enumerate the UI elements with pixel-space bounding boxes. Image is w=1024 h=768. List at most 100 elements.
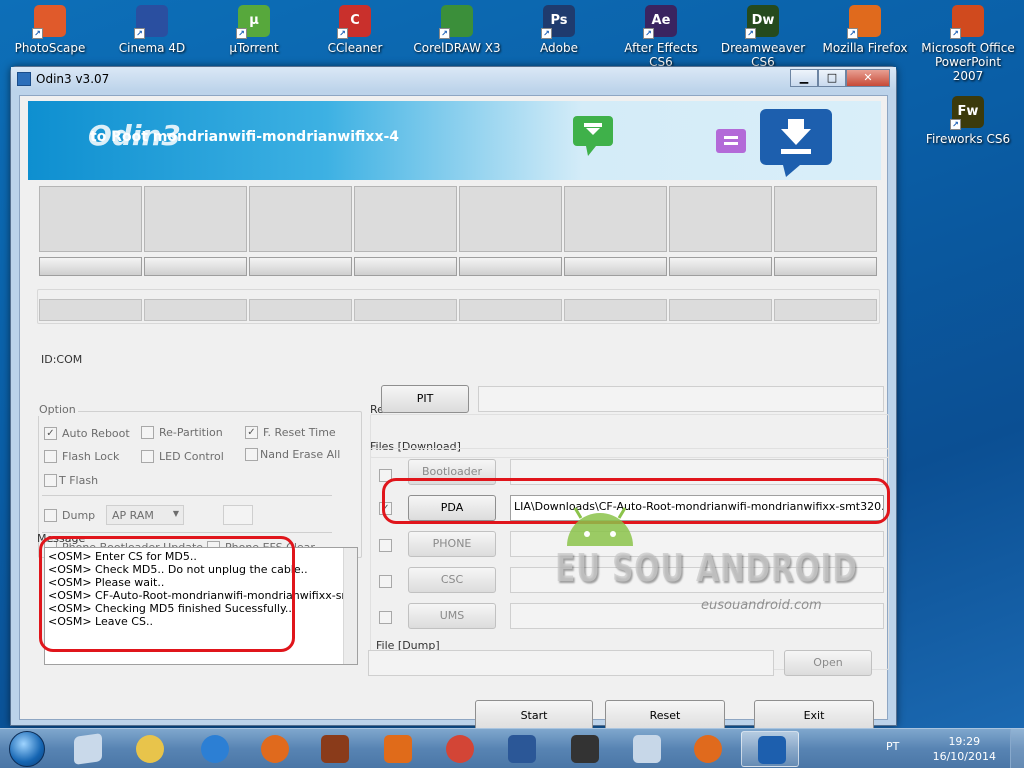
dreamweaver-icon: Dw ↗ xyxy=(745,5,779,39)
taskbar-item[interactable] xyxy=(741,731,799,767)
ums-checkbox[interactable] xyxy=(379,611,392,624)
highlight-ring-pda xyxy=(382,478,890,524)
port-slot xyxy=(774,186,877,252)
download-bubbles-icon xyxy=(573,109,832,177)
clock-date: 16/10/2014 xyxy=(932,750,996,763)
desktop-shortcut[interactable]: µ ↗ µTorrent xyxy=(204,5,304,55)
pit-button[interactable]: PIT xyxy=(381,385,469,413)
dump-checkbox[interactable] xyxy=(44,509,57,522)
windows-logo-icon xyxy=(9,731,45,767)
taskbar-item[interactable] xyxy=(492,731,550,767)
odin-client-area: Odin3 to Root mondrianwifi-mondrianwifix… xyxy=(19,95,890,732)
desktop-shortcut[interactable]: Ae ↗ After Effects CS6 xyxy=(611,5,711,69)
title-bar[interactable]: Odin3 v3.07 xyxy=(11,67,896,91)
close-button[interactable]: ✕ xyxy=(846,69,890,87)
flash-lock-checkbox[interactable] xyxy=(44,450,57,463)
desktop-shortcut-label: Mozilla Firefox xyxy=(822,41,908,55)
video-icon xyxy=(571,735,599,763)
phone-button[interactable]: PHONE xyxy=(408,531,496,557)
desktop-shortcut[interactable]: Ps↗ Adobe Photoshop CS6 xyxy=(509,5,609,55)
csc-button[interactable]: CSC xyxy=(408,567,496,593)
show-desktop-button[interactable] xyxy=(1010,729,1024,768)
taskbar-item[interactable] xyxy=(185,731,243,767)
desktop-shortcut[interactable]: Fw ↗ Fireworks CS6 xyxy=(918,96,1018,146)
desktop-shortcut[interactable]: ↗ Cinema 4D xyxy=(102,5,202,55)
nand-erase-all-checkbox[interactable] xyxy=(245,448,258,461)
word-icon xyxy=(508,735,536,763)
port-progress-bar xyxy=(564,257,667,276)
dump-select[interactable]: AP RAM ▼ xyxy=(106,505,184,525)
id-com-label: ID:COM xyxy=(41,353,83,366)
paint-icon xyxy=(633,735,661,763)
desktop-shortcut-label: PhotoScape xyxy=(14,41,86,55)
port-progress-bar xyxy=(669,257,772,276)
taskbar-item[interactable] xyxy=(305,731,363,767)
minimize-button[interactable]: ▁ xyxy=(790,69,818,87)
highlight-ring-message xyxy=(39,536,295,652)
port-slot xyxy=(564,186,667,252)
system-clock[interactable]: 19:29 16/10/2014 xyxy=(933,734,996,764)
port-progress-bar xyxy=(144,257,247,276)
shortcut-arrow-icon: ↗ xyxy=(950,28,961,39)
desktop-shortcut[interactable]: ↗ PhotoScape xyxy=(0,5,100,55)
shortcut-arrow-icon: ↗ xyxy=(32,28,43,39)
chrome-icon xyxy=(446,735,474,763)
open-button[interactable]: Open xyxy=(784,650,872,676)
nand-erase-all-label: Nand Erase All xyxy=(260,448,341,461)
firefox-icon: ↗ xyxy=(847,5,881,39)
phone-path-field[interactable] xyxy=(510,531,884,557)
taskbar-item[interactable] xyxy=(617,731,675,767)
desktop-shortcut[interactable]: ↗ Microsoft Office PowerPoint 2007 xyxy=(918,5,1018,83)
desktop-shortcut-label: After Effects CS6 xyxy=(624,41,698,69)
csc-checkbox[interactable] xyxy=(379,575,392,588)
auto-reboot-checkbox[interactable]: ✓ xyxy=(44,427,57,440)
message-scrollbar[interactable] xyxy=(343,548,357,664)
taskbar-item[interactable] xyxy=(120,731,178,767)
pit-path-field[interactable] xyxy=(478,386,884,412)
re-partition-checkbox[interactable] xyxy=(141,426,154,439)
ums-button[interactable]: UMS xyxy=(408,603,496,629)
taskbar-item[interactable] xyxy=(430,731,488,767)
fireworks-icon: Fw ↗ xyxy=(950,96,984,130)
port-slot xyxy=(144,186,247,252)
start-button[interactable] xyxy=(2,729,54,768)
led-control-checkbox[interactable] xyxy=(141,450,154,463)
notes-icon xyxy=(74,733,102,765)
odin-window: Odin3 v3.07 ▁ □ ✕ Odin3 to Root mondrian… xyxy=(10,66,897,732)
desktop-shortcut-label: Microsoft Office PowerPoint 2007 xyxy=(921,41,1015,83)
cinema4d-icon: ↗ xyxy=(134,5,168,39)
t-flash-checkbox[interactable] xyxy=(44,474,57,487)
port-slot xyxy=(669,186,772,252)
clock-time: 19:29 xyxy=(948,735,981,748)
desktop-shortcut-label: Adobe Photoshop CS6 xyxy=(540,41,578,55)
taskbar-item[interactable] xyxy=(678,731,736,767)
phone-checkbox[interactable] xyxy=(379,539,392,552)
desktop-shortcut[interactable]: Dw ↗ Dreamweaver CS6 xyxy=(713,5,813,69)
taskbar-item[interactable] xyxy=(368,731,426,767)
dump-path-field[interactable] xyxy=(368,650,774,676)
ccleaner-icon: C ↗ xyxy=(337,5,371,39)
taskbar-item[interactable] xyxy=(58,731,116,767)
desktop-shortcut[interactable]: ↗ Mozilla Firefox xyxy=(815,5,915,55)
csc-path-field[interactable] xyxy=(510,567,884,593)
desktop-shortcut[interactable]: ↗ CorelDRAW X3 xyxy=(407,5,507,55)
internet-explorer-icon xyxy=(201,735,229,763)
maximize-button[interactable]: □ xyxy=(818,69,846,87)
shortcut-arrow-icon: ↗ xyxy=(236,28,247,39)
desktop-shortcut-label: Fireworks CS6 xyxy=(925,132,1011,146)
ums-path-field[interactable] xyxy=(510,603,884,629)
banner-subtitle: to Root mondrianwifi-mondrianwifixx-4 xyxy=(90,129,400,145)
desktop-shortcut[interactable]: C ↗ CCleaner xyxy=(305,5,405,55)
language-indicator[interactable]: PT xyxy=(886,740,899,753)
taskbar-item[interactable] xyxy=(555,731,613,767)
flash-lock-label: Flash Lock xyxy=(62,450,120,463)
aftereffects-icon: Ae ↗ xyxy=(643,5,677,39)
port-progress-bar xyxy=(774,257,877,276)
f-reset-time-checkbox[interactable]: ✓ xyxy=(245,426,258,439)
port-slot xyxy=(249,186,352,252)
f-reset-time-label: F. Reset Time xyxy=(263,426,336,439)
port-slot xyxy=(354,186,457,252)
dump-value-field[interactable] xyxy=(223,505,253,525)
dump-select-value: AP RAM xyxy=(112,509,154,522)
taskbar-item[interactable] xyxy=(245,731,303,767)
